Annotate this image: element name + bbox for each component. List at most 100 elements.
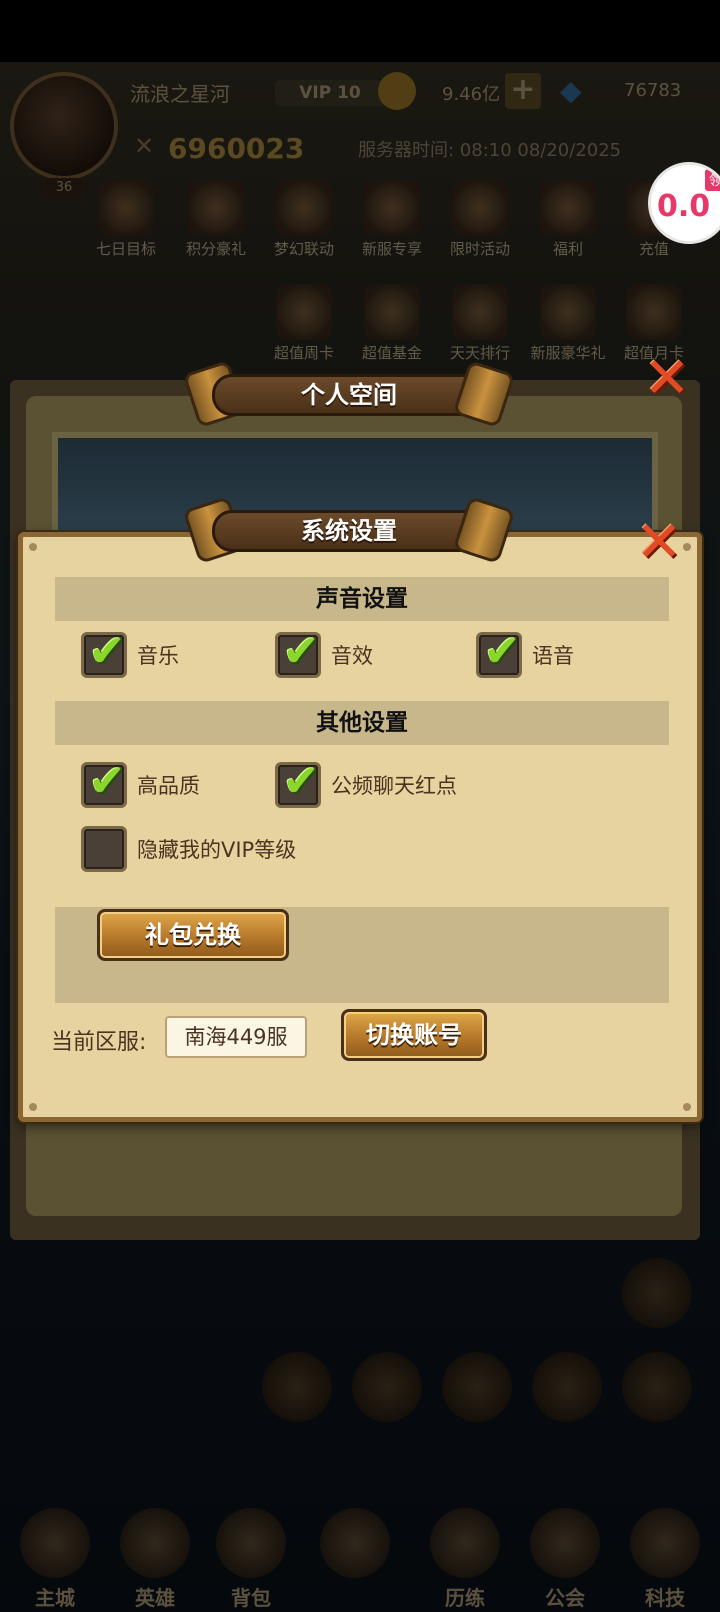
checkbox-box[interactable]: ✔ [81, 757, 127, 808]
checkbox-music[interactable]: ✔ 音乐 [81, 627, 179, 679]
checkmark-icon: ✔ [88, 626, 126, 677]
nav-adventure[interactable] [300, 1498, 410, 1608]
nav-tech[interactable]: 科技 [610, 1498, 720, 1610]
checkbox-high-quality[interactable]: ✔ 高品质 [81, 757, 200, 809]
checkmark-icon: ✔ [483, 626, 521, 677]
activity-row-1: 七日目标 积分豪礼 梦幻联动 新服专享 限时活动 福利 充值 [0, 180, 720, 270]
chest-icon[interactable] [442, 1352, 512, 1422]
nav-heroes[interactable]: 英雄 [100, 1498, 210, 1610]
checkbox-label: 隐藏我的VIP等级 [137, 838, 297, 862]
corner-rivet [29, 1103, 37, 1111]
gem-amount: 76783 [624, 80, 682, 101]
coin-icon [378, 72, 416, 110]
checkmark-icon: ✔ [282, 756, 320, 807]
nav-training[interactable]: 历练 [410, 1498, 520, 1610]
checkbox-hide-vip[interactable]: 隐藏我的VIP等级 [81, 825, 296, 873]
activity-points[interactable]: 积分豪礼 [174, 180, 258, 270]
trophy-icon [452, 284, 508, 340]
player-name: 流浪之星河 [130, 82, 230, 106]
checkbox-box[interactable]: ✔ [476, 627, 522, 678]
character-icon [540, 284, 596, 340]
activity-welfare[interactable]: 福利 [526, 180, 610, 270]
character-icon [276, 180, 332, 236]
sword-icon [430, 1508, 500, 1578]
checkbox-label: 公频聊天红点 [331, 774, 457, 798]
bag-icon [216, 1508, 286, 1578]
activity-weekly-card[interactable]: 超值周卡 [262, 284, 346, 374]
corner-rivet [29, 543, 37, 551]
compass-icon [630, 1508, 700, 1578]
activity-new-server[interactable]: 新服专享 [350, 180, 434, 270]
system-settings-dialog: 声音设置 ✔ 音乐 ✔ 音效 ✔ 语音 其他设置 ✔ 高品质 ✔ 公频聊天红点 … [18, 532, 702, 1122]
close-settings-button[interactable]: ✕ [632, 510, 686, 575]
current-server-label: 当前区服: [51, 1030, 147, 1055]
current-server-field: 南海449服 [165, 1016, 307, 1058]
ship-icon [530, 1508, 600, 1578]
sound-settings-header: 声音设置 [55, 577, 669, 621]
skull-icon [320, 1508, 390, 1578]
activity-ranking[interactable]: 天天排行 [438, 284, 522, 374]
checkbox-box[interactable] [81, 826, 127, 872]
checkbox-voice[interactable]: ✔ 语音 [476, 627, 574, 679]
character-icon[interactable] [622, 1258, 692, 1328]
activity-collab[interactable]: 梦幻联动 [262, 180, 346, 270]
switch-account-button[interactable]: 切换账号 [341, 1009, 487, 1061]
trophy-icon[interactable] [532, 1352, 602, 1422]
hammer-icon [452, 359, 516, 429]
vip-badge: VIP 10 [275, 80, 385, 106]
hero-icon[interactable] [352, 1352, 422, 1422]
system-settings-title: 系统设置 [301, 517, 397, 545]
checkbox-chat-red-dot[interactable]: ✔ 公频聊天红点 [275, 757, 457, 809]
gem-icon: ◆ [560, 74, 582, 107]
checkbox-box[interactable]: ✔ [275, 757, 321, 808]
nav-bag[interactable]: 背包 [196, 1498, 306, 1610]
video-icon[interactable] [262, 1352, 332, 1422]
add-coins-button[interactable]: + [505, 73, 541, 109]
checkbox-label: 音乐 [137, 644, 179, 668]
close-icon: ✕ [643, 346, 691, 411]
hat-icon [120, 1508, 190, 1578]
activity-row-2: 超值周卡 超值基金 天天排行 新服豪华礼 超值月卡 [0, 284, 720, 374]
activity-limited[interactable]: 限时活动 [438, 180, 522, 270]
close-icon: ✕ [635, 510, 683, 575]
castle-icon [20, 1508, 90, 1578]
scroll-icon [452, 180, 508, 236]
float-red-packet[interactable]: 领 0.0 [648, 162, 720, 244]
bottom-nav: 主城 英雄 背包 历练 公会 科技 [0, 1498, 720, 1610]
plus-icon[interactable] [622, 1352, 692, 1422]
close-personal-space-button[interactable]: ✕ [640, 346, 694, 411]
combat-power: 6960023 [168, 132, 305, 165]
gift-redeem-button[interactable]: 礼包兑换 [97, 909, 289, 961]
fund-icon [364, 284, 420, 340]
checkbox-label: 音效 [331, 644, 373, 668]
swords-icon: ✕ [134, 132, 155, 160]
player-avatar[interactable] [10, 72, 118, 180]
personal-space-banner: 个人空间 [182, 359, 516, 429]
hammer-icon [452, 495, 516, 565]
float-badge-amount: 0.0 [657, 189, 711, 224]
activity-luxury-gift[interactable]: 新服豪华礼 [526, 284, 610, 374]
checkbox-label: 高品质 [137, 774, 200, 798]
float-badge-tag: 领 [705, 169, 720, 191]
gift-icon [98, 180, 154, 236]
nav-main-city[interactable]: 主城 [0, 1498, 110, 1610]
coin-amount: 9.46亿 [442, 84, 501, 105]
player-topbar: 36 流浪之星河 VIP 10 9.46亿 + ◆ 76783 6960023 … [0, 62, 720, 198]
card-icon [276, 284, 332, 340]
activity-fund[interactable]: 超值基金 [350, 284, 434, 374]
activity-seven-day[interactable]: 七日目标 [84, 180, 168, 270]
barrel-icon [626, 284, 682, 340]
chest-icon [364, 180, 420, 236]
checkbox-box[interactable]: ✔ [81, 627, 127, 678]
character-icon [188, 180, 244, 236]
checkbox-box[interactable]: ✔ [275, 627, 321, 678]
checkmark-icon: ✔ [282, 626, 320, 677]
checkbox-label: 语音 [532, 644, 574, 668]
nav-guild[interactable]: 公会 [510, 1498, 620, 1610]
gift-box-icon [540, 180, 596, 236]
other-settings-header: 其他设置 [55, 701, 669, 745]
personal-space-title: 个人空间 [301, 381, 397, 409]
checkmark-icon: ✔ [88, 756, 126, 807]
checkbox-sfx[interactable]: ✔ 音效 [275, 627, 373, 679]
server-time: 服务器时间: 08:10 08/20/2025 [358, 140, 622, 161]
